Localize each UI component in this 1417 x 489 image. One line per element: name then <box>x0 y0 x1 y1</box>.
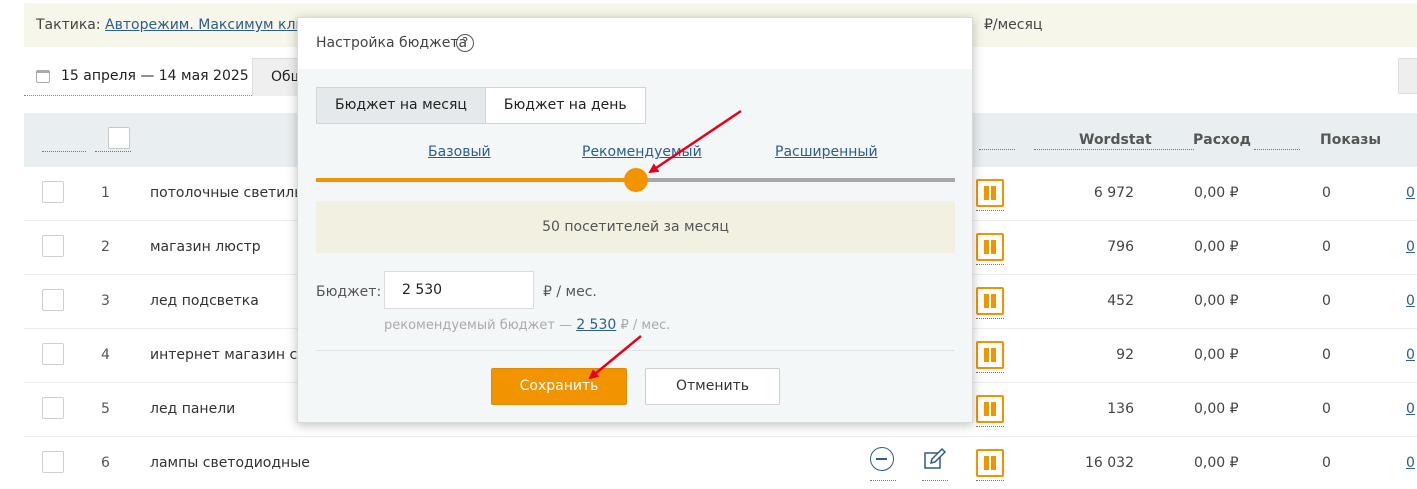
select-all-checkbox[interactable] <box>108 127 130 149</box>
row-checkbox[interactable] <box>42 397 64 419</box>
icon-underline <box>976 318 1004 319</box>
shows-value: 0 <box>1322 185 1331 201</box>
modal-header: Настройка бюджета ? <box>298 18 972 69</box>
shows-value: 0 <box>1322 239 1331 255</box>
shows-value: 0 <box>1322 293 1331 309</box>
wordstat-value: 92 <box>1116 347 1134 363</box>
sort-underline <box>979 149 1015 150</box>
cost-value: 0,00 ₽ <box>1194 239 1239 255</box>
row-number: 4 <box>101 347 110 363</box>
level-basic[interactable]: Базовый <box>428 144 491 160</box>
row-number: 6 <box>101 455 110 471</box>
save-button[interactable]: Сохранить <box>491 368 627 405</box>
wordstat-value: 136 <box>1107 401 1134 417</box>
sort-underline <box>1254 149 1300 150</box>
shows-value: 0 <box>1322 347 1331 363</box>
keyword-text: магазин люстр <box>150 239 261 255</box>
col-wordstat[interactable]: Wordstat <box>1079 132 1152 148</box>
clicks-link[interactable]: 0 <box>1406 347 1415 363</box>
cost-value: 0,00 ₽ <box>1194 185 1239 201</box>
budget-period-tabs: Бюджет на месяц Бюджет на день <box>316 87 646 124</box>
keyword-text: лед подсветка <box>150 293 259 309</box>
row-number: 1 <box>101 185 110 201</box>
row-number: 5 <box>101 401 110 417</box>
modal-title: Настройка бюджета <box>316 35 468 51</box>
row-number: 3 <box>101 293 110 309</box>
col-cost[interactable]: Расход <box>1193 132 1251 148</box>
recommended-budget-hint: рекомендуемый бюджет — 2 530 ₽ / мес. <box>384 317 671 333</box>
wordstat-value: 796 <box>1107 239 1134 255</box>
icon-underline <box>870 480 896 481</box>
budget-unit: ₽ / мес. <box>543 284 597 300</box>
icon-underline <box>976 426 1004 427</box>
recommended-budget-link[interactable]: 2 530 <box>576 317 616 333</box>
shows-value: 0 <box>1322 401 1331 417</box>
budget-input[interactable] <box>384 271 534 309</box>
toolbar-right-button[interactable] <box>1398 58 1417 94</box>
cost-value: 0,00 ₽ <box>1194 401 1239 417</box>
cost-value: 0,00 ₽ <box>1194 455 1239 471</box>
wordstat-value: 452 <box>1107 293 1134 309</box>
keyword-text: лампы светодиодные <box>150 455 310 471</box>
budget-label: Бюджет: <box>316 284 382 300</box>
sort-underline <box>95 151 131 152</box>
clicks-link[interactable]: 0 <box>1406 185 1415 201</box>
tactic-suffix: ₽/месяц <box>984 17 1043 33</box>
keyword-text: лед панели <box>150 401 236 417</box>
pause-icon[interactable] <box>976 341 1004 369</box>
edit-icon[interactable] <box>922 446 948 472</box>
date-range-text: 15 апреля — 14 мая 2025 <box>61 68 249 84</box>
row-number: 2 <box>101 239 110 255</box>
calendar-icon <box>36 70 50 83</box>
clicks-link[interactable]: 0 <box>1406 455 1415 471</box>
cost-value: 0,00 ₽ <box>1194 347 1239 363</box>
keyword-text: потолочные светильн <box>150 185 312 201</box>
pause-icon[interactable] <box>976 233 1004 261</box>
col-shows[interactable]: Показы <box>1320 132 1381 148</box>
row-checkbox[interactable] <box>42 343 64 365</box>
tactic-label: Тактика: Авторежим. Максимум кликов <box>36 17 330 33</box>
visitors-info: 50 посетителей за месяц <box>316 201 955 253</box>
pause-icon[interactable] <box>976 179 1004 207</box>
date-range-picker[interactable]: 15 апреля — 14 мая 2025 <box>24 58 252 96</box>
cancel-button[interactable]: Отменить <box>645 368 780 405</box>
tab-monthly-budget[interactable]: Бюджет на месяц <box>316 87 486 124</box>
keyword-text: интернет магазин све <box>150 347 315 363</box>
clicks-link[interactable]: 0 <box>1406 401 1415 417</box>
row-checkbox[interactable] <box>42 181 64 203</box>
pause-icon[interactable] <box>976 287 1004 315</box>
tab-daily-budget[interactable]: Бюджет на день <box>485 87 646 124</box>
slider-fill <box>316 178 636 182</box>
budget-modal: Настройка бюджета ? Бюджет на месяц Бюдж… <box>297 17 973 423</box>
help-icon[interactable]: ? <box>456 34 474 52</box>
clicks-link[interactable]: 0 <box>1406 293 1415 309</box>
wordstat-value: 16 032 <box>1085 455 1134 471</box>
icon-underline <box>976 210 1004 211</box>
level-recommended[interactable]: Рекомендуемый <box>582 144 702 160</box>
divider <box>316 350 955 351</box>
sort-underline <box>42 151 86 152</box>
clicks-link[interactable]: 0 <box>1406 239 1415 255</box>
row-checkbox[interactable] <box>42 289 64 311</box>
minus-circle-icon[interactable] <box>870 447 894 471</box>
icon-underline <box>922 480 948 481</box>
row-checkbox[interactable] <box>42 451 64 473</box>
icon-underline <box>976 264 1004 265</box>
icon-underline <box>976 372 1004 373</box>
table-row: 6 лампы светодиодные 16 032 0,00 ₽ 0 0 <box>24 437 1417 489</box>
row-checkbox[interactable] <box>42 235 64 257</box>
pause-icon[interactable] <box>976 449 1004 477</box>
level-extended[interactable]: Расширенный <box>775 144 878 160</box>
sort-underline <box>1034 149 1194 150</box>
wordstat-value: 6 972 <box>1093 185 1134 201</box>
cost-value: 0,00 ₽ <box>1194 293 1239 309</box>
slider-thumb[interactable] <box>623 168 648 192</box>
shows-value: 0 <box>1322 455 1331 471</box>
icon-underline <box>976 480 1004 481</box>
pause-icon[interactable] <box>976 395 1004 423</box>
